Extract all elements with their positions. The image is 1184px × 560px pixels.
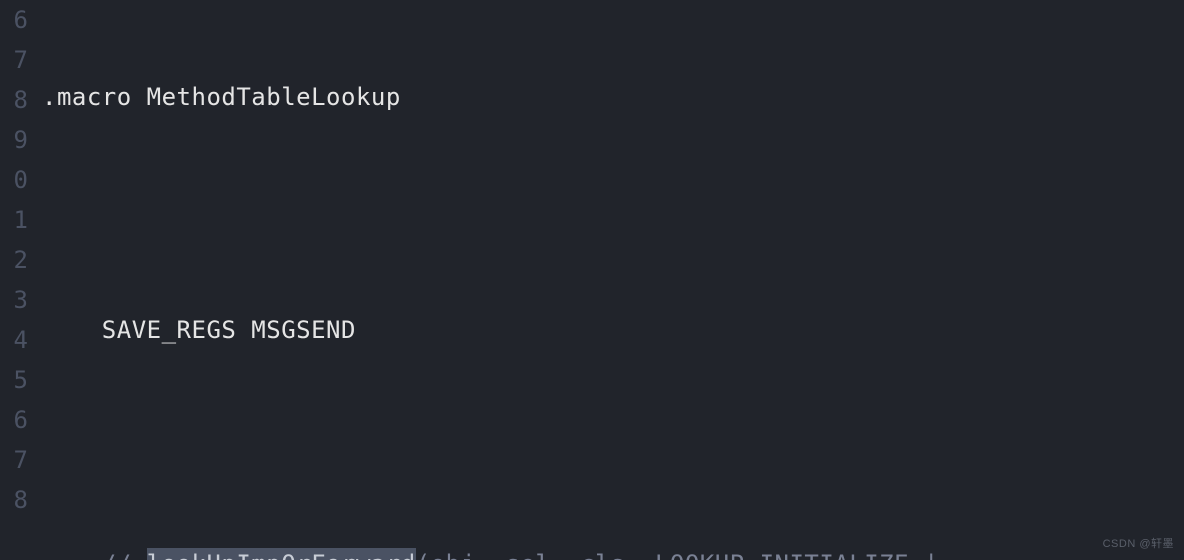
- line-number: 8: [0, 480, 28, 520]
- code-line[interactable]: // lookUpImpOrForward(obj, sel, cls, LOO…: [42, 544, 1184, 560]
- line-number: 4: [0, 320, 28, 360]
- highlighted-text: lookUpImpOrForward: [147, 548, 416, 560]
- comment: //: [42, 550, 147, 560]
- code-line[interactable]: SAVE_REGS MSGSEND: [42, 310, 1184, 350]
- line-number-gutter: 6 7 8 9 0 1 2 3 4 5 6 7 8: [0, 0, 28, 560]
- code-area[interactable]: .macro MethodTableLookup SAVE_REGS MSGSE…: [28, 0, 1184, 560]
- line-number: 8: [0, 80, 28, 120]
- macro-name: MethodTableLookup: [132, 83, 401, 111]
- code-line[interactable]: .macro MethodTableLookup: [42, 77, 1184, 117]
- code-line[interactable]: [42, 427, 1184, 467]
- line-number: 9: [0, 120, 28, 160]
- line-number: 2: [0, 240, 28, 280]
- code-editor[interactable]: 6 7 8 9 0 1 2 3 4 5 6 7 8 .macro MethodT…: [0, 0, 1184, 560]
- line-number: 6: [0, 0, 28, 40]
- line-number: 3: [0, 280, 28, 320]
- code-line[interactable]: [42, 194, 1184, 234]
- line-number: 6: [0, 400, 28, 440]
- macro-keyword: .macro: [42, 83, 132, 111]
- line-number: 7: [0, 440, 28, 480]
- line-number: 7: [0, 40, 28, 80]
- line-number: 1: [0, 200, 28, 240]
- watermark: CSDN @轩墨: [1103, 536, 1174, 554]
- comment: (obj, sel, cls, LOOKUP_INITIALIZE |: [416, 550, 939, 560]
- instruction: SAVE_REGS MSGSEND: [42, 316, 356, 344]
- line-number: 0: [0, 160, 28, 200]
- line-number: 5: [0, 360, 28, 400]
